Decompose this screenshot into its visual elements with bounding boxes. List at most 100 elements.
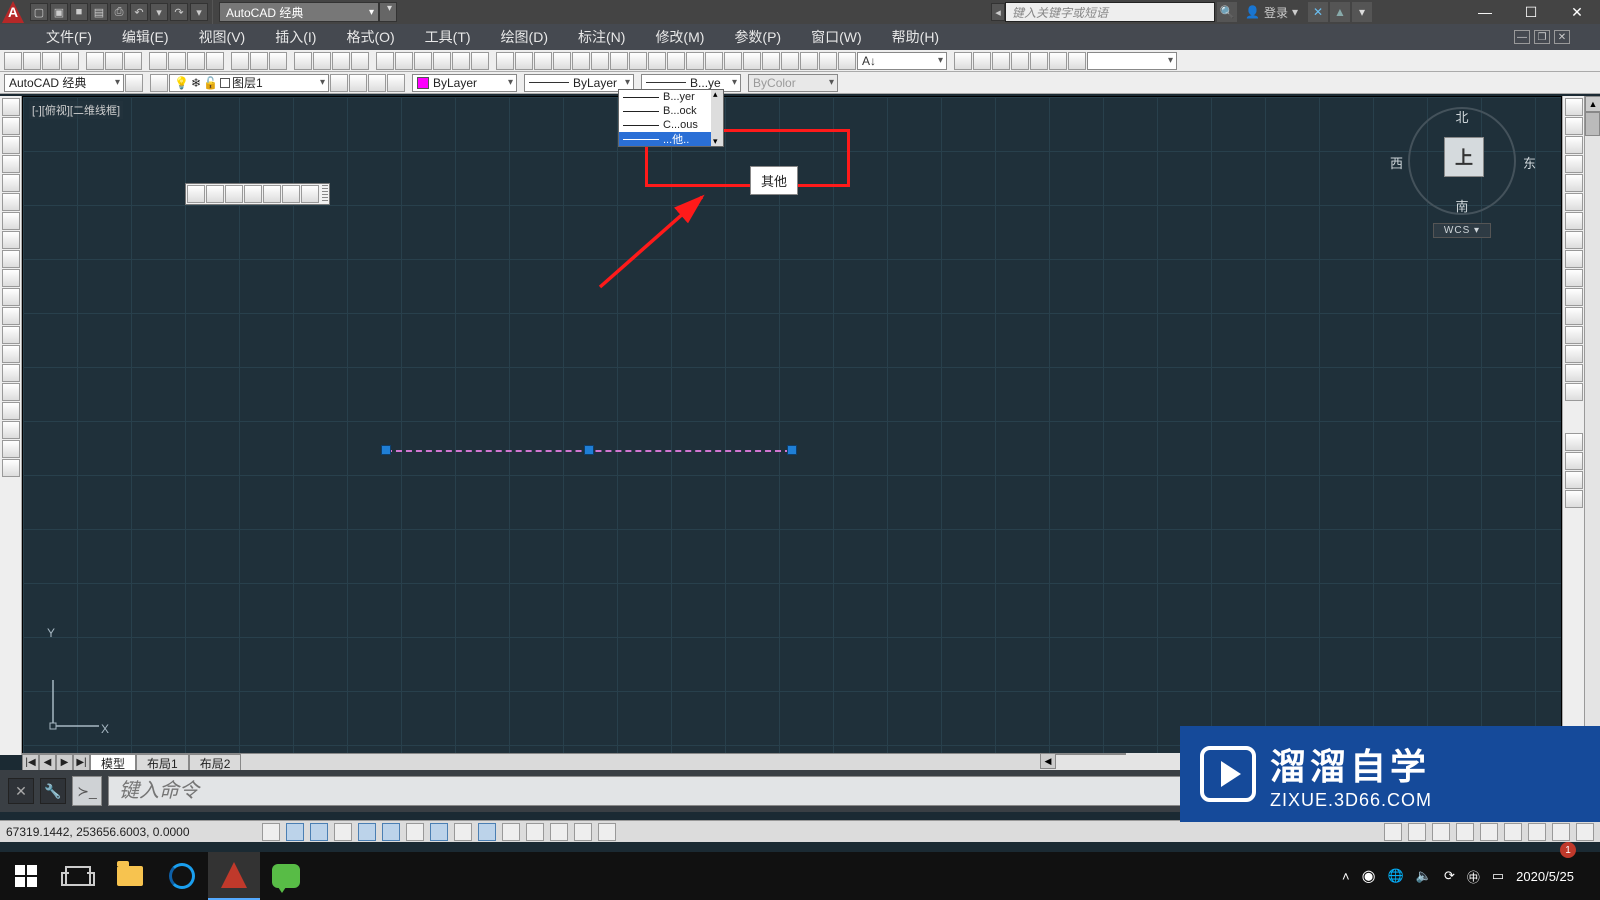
copy-obj-icon[interactable] [1565,117,1583,135]
gradient-icon[interactable] [2,383,20,401]
extend-icon[interactable] [1565,288,1583,306]
addselected-icon[interactable] [2,459,20,477]
dim-center-icon[interactable] [743,52,761,70]
taskbar-autocad[interactable] [208,852,260,900]
spline-icon[interactable] [2,250,20,268]
status-sc-icon[interactable] [574,823,592,841]
stretch-icon[interactable] [1565,250,1583,268]
menu-insert[interactable]: 插入(I) [269,24,322,50]
std-undo-icon[interactable] [250,52,268,70]
point-icon[interactable] [2,345,20,363]
dim-update-icon[interactable] [838,52,856,70]
scroll-thumb[interactable] [1585,112,1600,136]
floating-viewports-toolbar[interactable] [185,183,330,205]
viewcube-wcs-dropdown[interactable]: WCS ▾ [1433,223,1491,238]
draworder2-icon[interactable] [1565,452,1583,470]
undo-icon[interactable]: ↶ [130,3,148,21]
line-icon[interactable] [2,98,20,116]
status-clean-icon[interactable] [1576,823,1594,841]
vp-icon-2[interactable] [206,185,224,203]
constr-dropdown[interactable] [1087,52,1177,70]
exchange-icon[interactable]: ✕ [1308,2,1328,22]
grip-mid[interactable] [584,445,594,455]
status-hardware-icon[interactable] [1528,823,1546,841]
ellipsearc-icon[interactable] [2,288,20,306]
constr-icon-5[interactable] [1030,52,1048,70]
layer-props-icon[interactable] [150,74,168,92]
viewcube-south-label[interactable]: 南 [1410,196,1514,215]
trim-icon[interactable] [1565,269,1583,287]
circle-icon[interactable] [2,212,20,230]
vp-icon-1[interactable] [187,185,205,203]
ucs-icon[interactable]: Y X [45,674,105,734]
status-annovis-icon[interactable] [1456,823,1474,841]
layer-dropdown[interactable]: 💡 ❄ 🔓 图层1 [169,74,329,92]
menu-draw[interactable]: 绘图(D) [495,24,554,50]
status-dyn-icon[interactable] [478,823,496,841]
dim-arc-icon[interactable] [553,52,571,70]
workspace-combo[interactable]: AutoCAD 经典 [4,74,124,92]
viewcube-east-label[interactable]: 东 [1523,153,1536,172]
ws-settings-icon[interactable] [125,74,143,92]
std-paste-icon[interactable] [187,52,205,70]
menu-param[interactable]: 参数(P) [728,24,787,50]
taskbar-explorer[interactable] [104,852,156,900]
cursor-coordinates[interactable]: 67319.1442, 253656.6003, 0.0000 [6,825,256,839]
region-icon[interactable] [2,402,20,420]
mtext-icon[interactable] [2,440,20,458]
constr-icon-1[interactable] [954,52,972,70]
print-icon[interactable]: ⎙ [110,3,128,21]
toolbar-grip-icon[interactable] [322,185,328,203]
vp-icon-3[interactable] [225,185,243,203]
tray-chevron-up-icon[interactable]: ˄ [1342,869,1350,884]
tray-people-icon[interactable]: ◉ [1362,866,1376,886]
vp-icon-7[interactable] [301,185,319,203]
std-publish-icon[interactable] [124,52,142,70]
std-match-icon[interactable] [206,52,224,70]
draworder4-icon[interactable] [1565,490,1583,508]
mdi-restore-icon[interactable]: ❐ [1534,30,1550,44]
rectangle-icon[interactable] [2,174,20,192]
status-isolate-icon[interactable] [1552,823,1570,841]
std-markup-icon[interactable] [452,52,470,70]
workspace-dropdown[interactable]: AutoCAD 经典 [219,2,379,22]
status-3dosnap-icon[interactable] [406,823,424,841]
dim-jogged-icon[interactable] [610,52,628,70]
dim-space-icon[interactable] [686,52,704,70]
constr-icon-4[interactable] [1011,52,1029,70]
saveas-icon[interactable]: ▤ [90,3,108,21]
table-icon[interactable] [2,421,20,439]
status-model-icon[interactable] [1384,823,1402,841]
arc-icon[interactable] [2,193,20,211]
workspace-extra-drop[interactable] [379,2,397,22]
std-zoomprev-icon[interactable] [351,52,369,70]
mdi-close-icon[interactable]: ✕ [1554,30,1570,44]
tab-nav-first[interactable]: |◀ [22,754,39,771]
open-icon[interactable]: ▣ [50,3,68,21]
join-icon[interactable] [1565,326,1583,344]
menu-help[interactable]: 帮助(H) [886,24,945,50]
tab-nav-prev[interactable]: ◀ [39,754,56,771]
menu-modify[interactable]: 修改(M) [649,24,710,50]
vp-icon-6[interactable] [282,185,300,203]
xline-icon[interactable] [2,117,20,135]
status-ws-icon[interactable] [1480,823,1498,841]
hscroll-left-icon[interactable]: ◀ [1040,753,1056,769]
status-tpy-icon[interactable] [526,823,544,841]
std-open-icon[interactable] [23,52,41,70]
status-grid-icon[interactable] [310,823,328,841]
taskbar-wechat[interactable] [260,852,312,900]
menu-edit[interactable]: 编辑(E) [116,24,175,50]
tray-sync-icon[interactable]: ⟳ [1444,868,1455,884]
layer-uniso-icon[interactable] [387,74,405,92]
tray-battery-icon[interactable]: ▭ [1492,868,1504,884]
tab-layout1[interactable]: 布局1 [136,754,189,771]
std-plot-icon[interactable] [86,52,104,70]
tab-layout2[interactable]: 布局2 [189,754,242,771]
lineweight-dropdown-panel[interactable]: B...yer B...ock C...ous ...他.. [618,89,724,147]
menu-dim[interactable]: 标注(N) [572,24,631,50]
std-props-icon[interactable] [376,52,394,70]
tray-ime-icon[interactable]: ㊥ [1467,867,1480,886]
array-icon[interactable] [1565,174,1583,192]
fillet-icon[interactable] [1565,364,1583,382]
